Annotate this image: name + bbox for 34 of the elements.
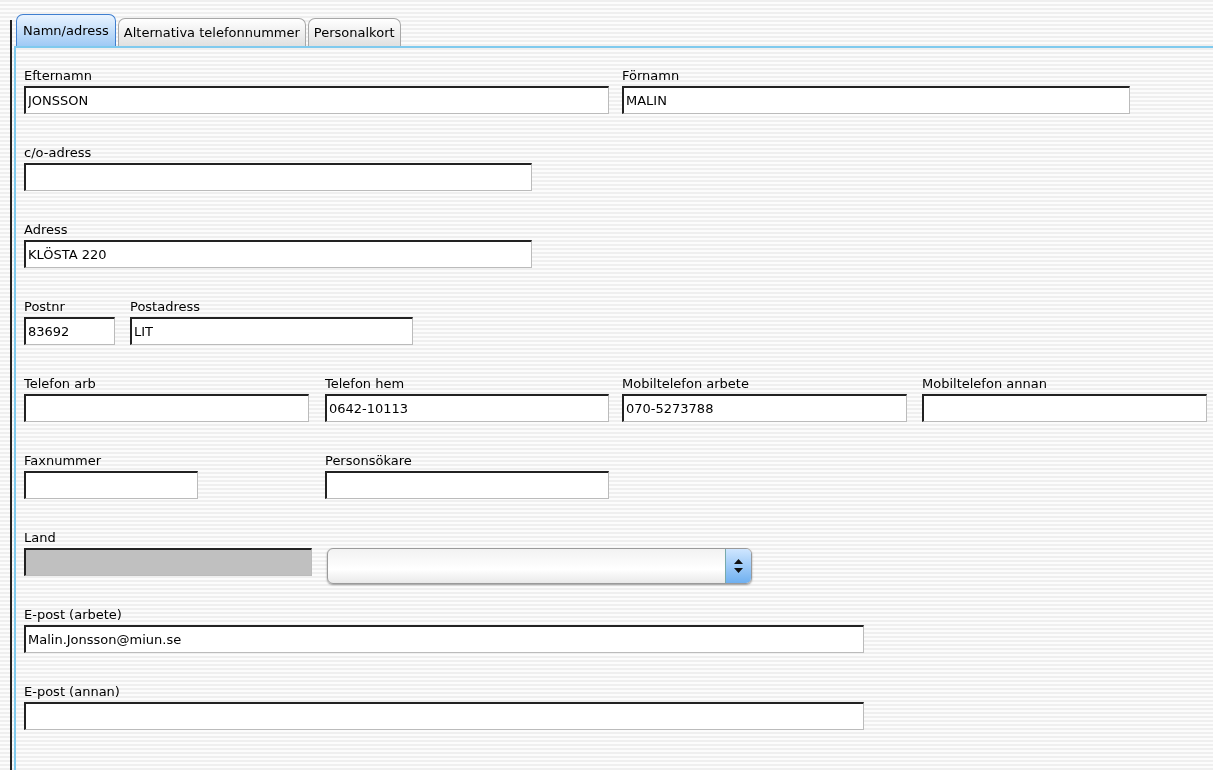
text-field[interactable]: Malin.Jonsson@miun.se — [24, 625, 864, 653]
field-label: Faxnummer — [24, 453, 102, 468]
field-label: c/o-adress — [24, 145, 92, 160]
text-field[interactable]: JONSSON — [24, 86, 609, 114]
tab[interactable]: Namn/adress — [16, 14, 116, 46]
text-field[interactable] — [922, 394, 1207, 422]
field-label: E-post (annan) — [24, 684, 120, 699]
text-field[interactable]: MALIN — [622, 86, 1130, 114]
field-label: Telefon hem — [325, 376, 405, 391]
text-field[interactable] — [24, 163, 532, 191]
text-field[interactable]: 070-5273788 — [622, 394, 907, 422]
text-field[interactable] — [24, 471, 198, 499]
field-label: Personsökare — [325, 453, 412, 468]
field-label: Postnr — [24, 299, 65, 314]
field-label: E-post (arbete) — [24, 607, 122, 622]
field-label: Adress — [24, 222, 68, 237]
text-field[interactable]: KLÖSTA 220 — [24, 240, 532, 268]
field-label: Mobiltelefon annan — [922, 376, 1047, 391]
dropdown[interactable] — [327, 548, 752, 584]
field-label: Land — [24, 530, 56, 545]
up-down-arrows-icon — [734, 559, 743, 573]
text-field[interactable] — [325, 471, 609, 499]
field-label: Postadress — [130, 299, 201, 314]
tab[interactable]: Personalkort — [307, 18, 401, 46]
text-field[interactable] — [24, 702, 864, 730]
text-field[interactable]: LIT — [130, 317, 413, 345]
field-label: Efternamn — [24, 68, 92, 83]
tab[interactable]: Alternativa telefonnummer — [117, 18, 306, 46]
text-field[interactable]: 83692 — [24, 317, 115, 345]
field-label: Förnamn — [622, 68, 680, 83]
field-label: Mobiltelefon arbete — [622, 376, 749, 391]
field-label: Telefon arb — [24, 376, 96, 391]
text-field[interactable] — [24, 394, 309, 422]
text-field[interactable]: 0642-10113 — [325, 394, 609, 422]
